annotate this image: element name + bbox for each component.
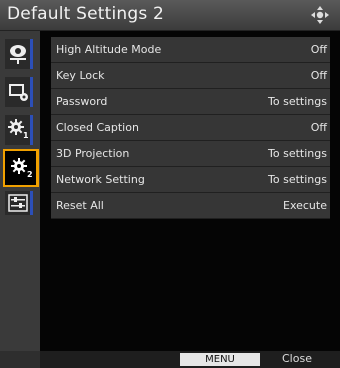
setting-row-key-lock[interactable]: Key Lock Off: [51, 63, 330, 89]
settings-panel: High Altitude Mode Off Key Lock Off Pass…: [40, 31, 340, 351]
setting-value: To settings: [268, 147, 327, 160]
setting-label: Reset All: [56, 199, 104, 212]
setting-value: Off: [310, 43, 327, 56]
sidebar-tab-display[interactable]: [5, 77, 33, 107]
tab-number-label: 2: [27, 170, 33, 179]
setting-label: Key Lock: [56, 69, 105, 82]
setting-value: To settings: [268, 173, 327, 186]
adjustment-sliders-icon: [8, 194, 28, 212]
tab-number-label: 1: [23, 131, 29, 140]
setting-value: To settings: [268, 95, 327, 108]
page-title: Default Settings 2: [7, 4, 165, 24]
settings-list: High Altitude Mode Off Key Lock Off Pass…: [51, 37, 330, 219]
setting-label: High Altitude Mode: [56, 43, 162, 56]
setting-row-high-altitude-mode[interactable]: High Altitude Mode Off: [51, 37, 330, 63]
setting-value: Execute: [283, 199, 327, 212]
osd-menu: Default Settings 2 1 2 High Altitude Mod…: [0, 0, 340, 368]
setting-row-3d-projection[interactable]: 3D Projection To settings: [51, 141, 330, 167]
setting-row-password[interactable]: Password To settings: [51, 89, 330, 115]
setting-label: Network Setting: [56, 173, 145, 186]
setting-value: Off: [310, 69, 327, 82]
title-bar: Default Settings 2: [0, 0, 340, 31]
sidebar: 1 2: [0, 31, 40, 351]
setting-label: Closed Caption: [56, 121, 139, 134]
setting-label: 3D Projection: [56, 147, 130, 160]
sidebar-tab-adjustments[interactable]: [5, 191, 33, 215]
projector-icon: [10, 45, 26, 64]
footer-bar: MENU Close: [40, 351, 340, 368]
display-settings-icon: [9, 84, 28, 101]
sidebar-tab-settings-2[interactable]: 2: [3, 149, 39, 187]
setting-row-closed-caption[interactable]: Closed Caption Off: [51, 115, 330, 141]
setting-row-network-setting[interactable]: Network Setting To settings: [51, 167, 330, 193]
sidebar-tab-projector[interactable]: [5, 39, 33, 69]
setting-row-reset-all[interactable]: Reset All Execute: [51, 193, 330, 219]
footer-spacer: [0, 351, 40, 368]
sidebar-tab-settings-1[interactable]: 1: [5, 115, 33, 145]
close-label: Close: [282, 352, 312, 365]
navigation-arrows-icon: [311, 6, 329, 24]
setting-value: Off: [310, 121, 327, 134]
setting-label: Password: [56, 95, 108, 108]
menu-key-button[interactable]: MENU: [180, 353, 260, 366]
